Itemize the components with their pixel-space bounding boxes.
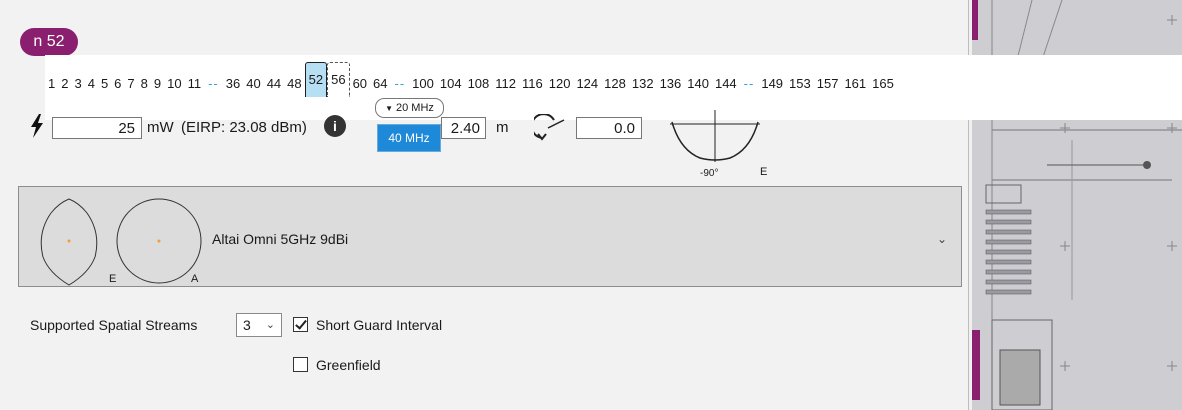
tx-power-input[interactable]: 25 [52, 117, 142, 139]
channel-136[interactable]: 136 [657, 76, 685, 91]
e-plane-label: E [109, 273, 117, 285]
channel-gap: -- [394, 75, 406, 91]
channel-120[interactable]: 120 [546, 76, 574, 91]
antenna-selector[interactable]: E A Altai Omni 5GHz 9dBi ⌄ [18, 186, 962, 287]
elevation-label-angle: -90° [700, 168, 719, 179]
channel-149[interactable]: 149 [758, 76, 786, 91]
channel-8[interactable]: 8 [138, 76, 151, 91]
spatial-streams-select[interactable]: 3 ⌄ [236, 313, 282, 337]
tx-power-unit: mW [147, 119, 174, 136]
channel-157[interactable]: 157 [814, 76, 842, 91]
channel-64[interactable]: 64 [370, 76, 390, 91]
info-icon[interactable]: i [324, 115, 346, 137]
app-window: n 52 1 2 3 4 5 6 7 8 9 10 11 -- 36 40 44 48 52 56 60 64 -- 10… [0, 0, 1182, 410]
short-guard-interval-checkbox[interactable] [293, 317, 308, 332]
channel-40[interactable]: 40 [243, 76, 263, 91]
channel-112[interactable]: 112 [492, 76, 519, 91]
channel-132[interactable]: 132 [629, 76, 657, 91]
channel-gap: -- [208, 75, 219, 91]
chevron-down-icon: ⌄ [265, 319, 275, 331]
channel-9[interactable]: 9 [151, 76, 164, 91]
channel-140[interactable]: 140 [684, 76, 712, 91]
channel-52[interactable]: 52 [304, 61, 328, 97]
tilt-rotate-icon [530, 113, 568, 142]
channel-108[interactable]: 108 [465, 76, 493, 91]
bandwidth-current: 20 MHz [396, 102, 434, 114]
antenna-name: Altai Omni 5GHz 9dBi [212, 231, 349, 247]
channel-5[interactable]: 5 [98, 76, 111, 91]
power-icon [30, 114, 44, 144]
azimuth-center [157, 239, 161, 243]
channel-3[interactable]: 3 [71, 76, 84, 91]
spatial-streams-value: 3 [243, 317, 251, 333]
channel-165[interactable]: 165 [869, 76, 897, 91]
bandwidth-select[interactable]: ▼ 20 MHz [375, 98, 444, 118]
channel-1[interactable]: 1 [45, 76, 58, 91]
chevron-down-icon: ▼ [385, 103, 393, 113]
channel-124[interactable]: 124 [573, 76, 601, 91]
azimuth-label: A [191, 273, 199, 285]
channel-11[interactable]: 11 [185, 76, 205, 91]
mount-height-input[interactable]: 2.40 [441, 117, 486, 139]
greenfield-label[interactable]: Greenfield [316, 355, 381, 375]
channel-2[interactable]: 2 [58, 76, 71, 91]
channel-116[interactable]: 116 [519, 76, 546, 91]
elevation-label-e: E [760, 166, 768, 178]
e-plane-center [67, 239, 71, 243]
channel-161[interactable]: 161 [841, 76, 869, 91]
channel-gap: -- [743, 75, 755, 91]
channel-list: 1 2 3 4 5 6 7 8 9 10 11 -- 36 40 44 48 52 56 60 64 -- 100 104 1… [45, 61, 897, 97]
channel-48[interactable]: 48 [284, 76, 304, 91]
channel-56[interactable]: 56 [327, 61, 350, 97]
channel-36[interactable]: 36 [223, 76, 243, 91]
tilt-input[interactable]: 0.0 [576, 117, 642, 139]
channel-7[interactable]: 7 [124, 76, 137, 91]
channel-44[interactable]: 44 [264, 76, 284, 91]
channel-128[interactable]: 128 [601, 76, 629, 91]
channel-60[interactable]: 60 [350, 76, 370, 91]
channel-104[interactable]: 104 [437, 76, 465, 91]
mount-height-unit: m [496, 119, 509, 136]
greenfield-checkbox[interactable] [293, 357, 308, 372]
band-badge[interactable]: n 52 [20, 28, 78, 56]
channel-selector[interactable]: 1 2 3 4 5 6 7 8 9 10 11 -- 36 40 44 48 52 56 60 64 -- 100 104 1… [45, 55, 1182, 120]
channel-144[interactable]: 144 [712, 76, 740, 91]
channel-153[interactable]: 153 [786, 76, 814, 91]
channel-100[interactable]: 100 [409, 76, 437, 91]
chevron-down-icon: ⌄ [936, 232, 947, 246]
short-guard-interval-label[interactable]: Short Guard Interval [316, 315, 442, 335]
channel-6[interactable]: 6 [111, 76, 124, 91]
channel-10[interactable]: 10 [164, 76, 184, 91]
bandwidth-option-40mhz[interactable]: 40 MHz [377, 124, 441, 152]
channel-4[interactable]: 4 [85, 76, 98, 91]
eirp-readout: (EIRP: 23.08 dBm) [181, 119, 307, 136]
spatial-streams-label: Supported Spatial Streams [30, 317, 198, 333]
